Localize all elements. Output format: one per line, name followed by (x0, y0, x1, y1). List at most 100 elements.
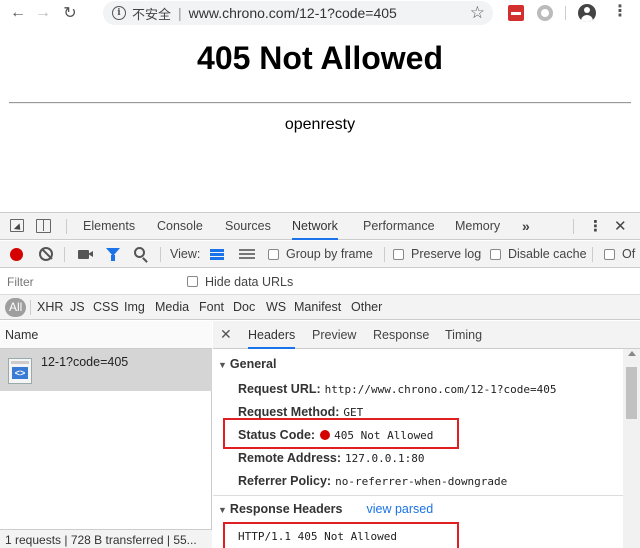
screenshot-camera-icon[interactable] (78, 250, 93, 259)
record-icon[interactable] (10, 248, 23, 261)
close-details-icon[interactable]: ✕ (220, 326, 232, 343)
type-other[interactable]: Other (351, 295, 382, 320)
omnibox-separator: | (178, 5, 182, 21)
toolbar-divider-3 (384, 247, 385, 262)
hide-data-urls-checkbox[interactable] (187, 276, 198, 287)
toolbar-divider (565, 6, 566, 20)
status-code-highlight (223, 418, 459, 449)
back-arrow-icon[interactable]: ← (7, 2, 29, 24)
type-ws[interactable]: WS (266, 295, 286, 320)
page-title: 405 Not Allowed (197, 40, 443, 76)
status-line-highlight (223, 522, 459, 548)
group-by-frame-checkbox[interactable] (268, 249, 279, 260)
offline-label: Of (622, 247, 636, 261)
header-key: Request Method: (238, 405, 340, 419)
expand-triangle-icon: ▼ (218, 505, 227, 515)
extension-circle-icon[interactable] (537, 5, 553, 21)
clear-icon[interactable] (39, 247, 53, 261)
tab-timing[interactable]: Timing (445, 321, 482, 349)
request-name: 12-1?code=405 (41, 355, 129, 369)
name-column-header[interactable]: Name (0, 321, 212, 349)
tab-memory[interactable]: Memory (455, 213, 500, 240)
type-manifest[interactable]: Manifest (294, 295, 341, 320)
general-title: General (229, 357, 277, 371)
forward-arrow-icon[interactable]: → (32, 2, 54, 24)
scroll-thumb[interactable] (626, 367, 637, 419)
close-devtools-icon[interactable]: ✕ (614, 217, 627, 235)
type-media[interactable]: Media (155, 295, 189, 320)
type-xhr[interactable]: XHR (37, 295, 63, 320)
tab-preview[interactable]: Preview (312, 321, 356, 349)
toolbar-divider-1 (64, 247, 65, 262)
tab-performance[interactable]: Performance (363, 213, 435, 240)
request-row[interactable]: <> 12-1?code=405 (0, 349, 212, 391)
preserve-log-checkbox[interactable] (393, 249, 404, 260)
general-row-request-url: Request URL: http://www.chrono.com/12-1?c… (238, 382, 556, 396)
group-by-frame-label: Group by frame (286, 247, 373, 261)
general-section-header[interactable]: ▼ General (218, 357, 276, 371)
header-key: Remote Address: (238, 451, 342, 465)
offline-checkbox[interactable] (604, 249, 615, 260)
inspect-element-icon[interactable] (10, 219, 24, 232)
profile-avatar-icon[interactable] (578, 4, 596, 22)
address-bar[interactable]: i 不安全 | www.chrono.com/12-1?code=405 ☆ (103, 1, 493, 25)
url-text[interactable]: www.chrono.com/12-1?code=405 (189, 5, 397, 21)
view-parsed-link[interactable]: view parsed (366, 502, 433, 516)
extension-red-icon[interactable] (508, 5, 524, 21)
preserve-log-label: Preserve log (411, 247, 482, 261)
disable-cache-label: Disable cache (508, 247, 587, 261)
tab-sources[interactable]: Sources (225, 213, 271, 240)
info-icon[interactable]: i (112, 6, 126, 20)
search-icon[interactable] (134, 247, 145, 258)
type-css[interactable]: CSS (93, 295, 119, 320)
type-all[interactable]: All (5, 298, 27, 317)
filter-row: Hide data URLs (0, 269, 640, 295)
insecure-label: 不安全 (132, 6, 172, 22)
filter-input[interactable] (2, 272, 174, 292)
device-toolbar-icon[interactable] (36, 219, 51, 233)
type-js[interactable]: JS (70, 295, 85, 320)
filter-funnel-icon[interactable] (106, 248, 120, 261)
devtools-menu-icon[interactable]: ⋮ (588, 217, 603, 235)
devtools-tabbar: Elements Console Sources Network Perform… (0, 213, 640, 240)
type-font[interactable]: Font (199, 295, 224, 320)
server-name: openresty (284, 116, 356, 133)
section-divider (213, 495, 623, 496)
document-icon: <> (8, 358, 32, 384)
devtools-panel: Elements Console Sources Network Perform… (0, 212, 640, 548)
toolbar-divider-2 (160, 247, 161, 262)
header-value: no-referrer-when-downgrade (335, 475, 508, 488)
response-headers-title: Response Headers (229, 502, 343, 516)
more-tabs-icon[interactable]: » (522, 218, 530, 234)
header-key: Referrer Policy: (238, 474, 332, 488)
network-summary: 1 requests | 728 B transferred | 55... (0, 529, 212, 548)
header-value: http://www.chrono.com/12-1?code=405 (324, 383, 557, 396)
type-doc[interactable]: Doc (233, 295, 255, 320)
tab-console[interactable]: Console (157, 213, 203, 240)
general-row-remote-address: Remote Address: 127.0.0.1:80 (238, 451, 425, 465)
resource-type-filter: All XHR JS CSS Img Media Font Doc WS Man… (0, 295, 640, 320)
response-headers-section-header[interactable]: ▼ Response Headers view parsed (218, 502, 433, 516)
toolbar-divider-4 (592, 247, 593, 262)
details-scrollbar[interactable] (623, 349, 640, 548)
scroll-up-arrow-icon[interactable] (628, 351, 636, 356)
hide-data-urls-label: Hide data URLs (205, 275, 294, 289)
tab-headers[interactable]: Headers (248, 321, 296, 349)
general-row-referrer-policy: Referrer Policy: no-referrer-when-downgra… (238, 474, 507, 488)
tabbar-divider-right (573, 219, 574, 234)
tab-elements[interactable]: Elements (83, 213, 135, 240)
disable-cache-checkbox[interactable] (490, 249, 501, 260)
browser-toolbar: ← → ↻ i 不安全 | www.chrono.com/12-1?code=4… (0, 0, 640, 26)
reload-icon[interactable]: ↻ (59, 2, 81, 24)
browser-menu-icon[interactable]: ⋮ (612, 3, 628, 21)
type-img[interactable]: Img (124, 295, 145, 320)
overview-icon[interactable] (239, 249, 255, 260)
large-rows-icon[interactable] (210, 249, 224, 260)
type-divider (30, 300, 31, 315)
page-divider (9, 102, 631, 104)
header-key: Request URL: (238, 382, 321, 396)
header-value: 127.0.0.1:80 (345, 452, 425, 465)
bookmark-star-icon[interactable]: ☆ (470, 3, 485, 23)
tab-network[interactable]: Network (292, 213, 338, 240)
tab-response[interactable]: Response (373, 321, 429, 349)
